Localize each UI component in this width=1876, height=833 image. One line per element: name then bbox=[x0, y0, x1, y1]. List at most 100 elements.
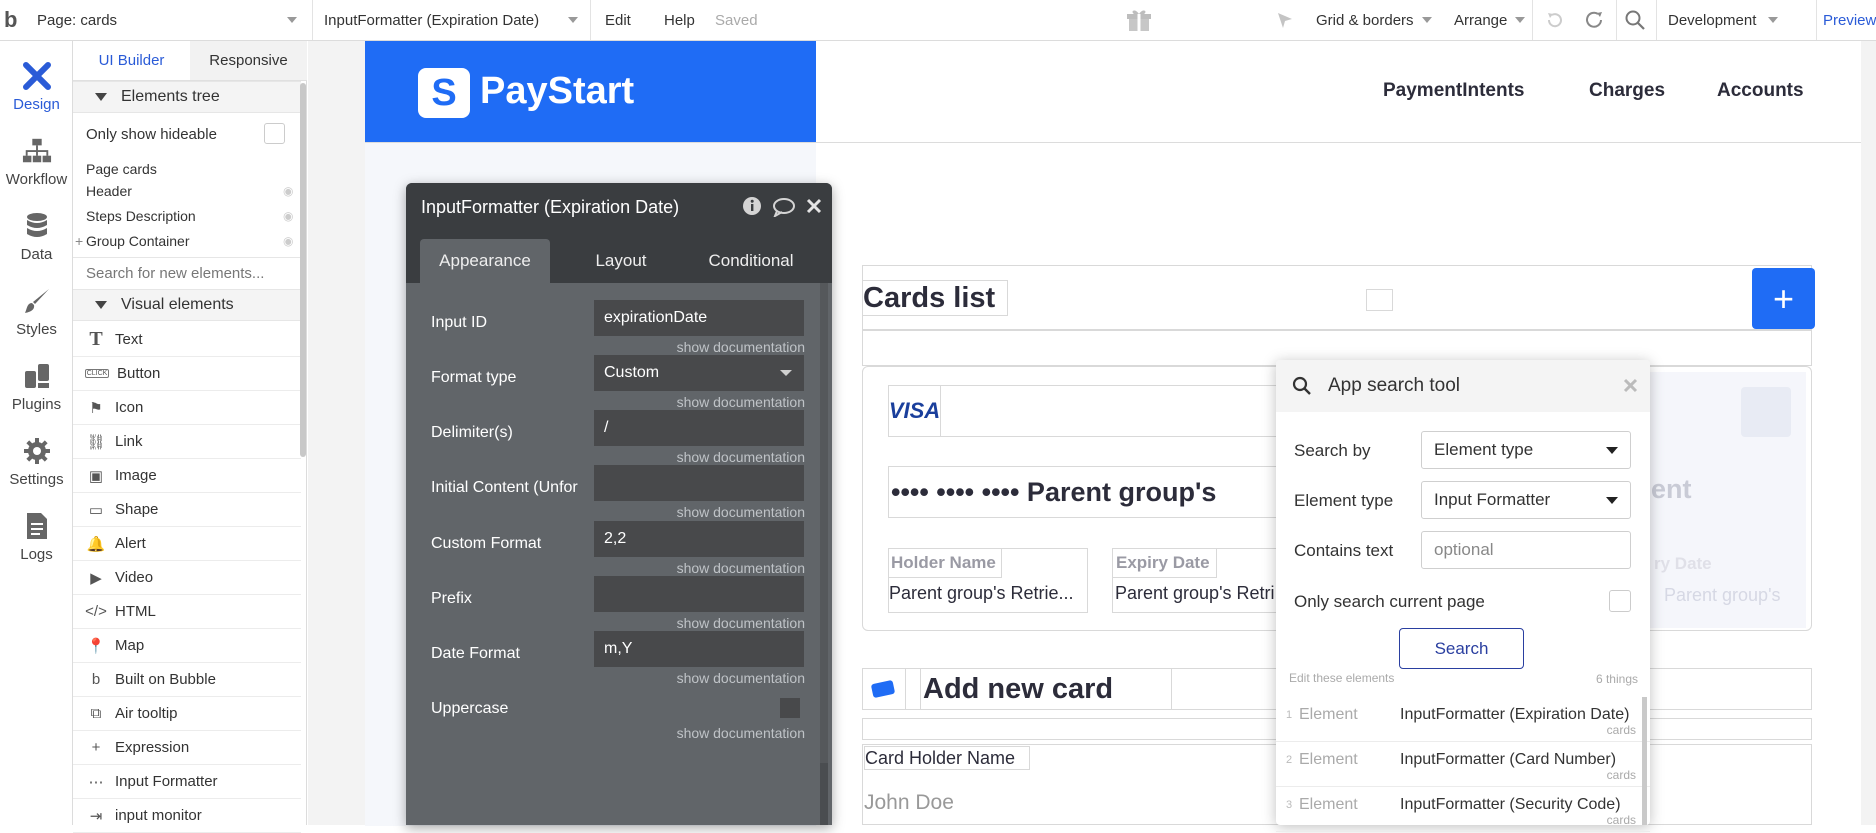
property-editor-scrollbar[interactable] bbox=[820, 283, 828, 825]
property-input[interactable]: Custom bbox=[594, 355, 804, 391]
visual-element-input-formatter[interactable]: ⋯ Input Formatter bbox=[73, 765, 301, 799]
visual-element-text[interactable]: T Text bbox=[73, 323, 301, 357]
grid-borders-menu[interactable]: Grid & borders bbox=[1316, 0, 1432, 40]
visual-element-built-on-bubble[interactable]: b Built on Bubble bbox=[73, 663, 301, 697]
close-icon[interactable] bbox=[1623, 378, 1638, 398]
property-input[interactable]: 2,2 bbox=[594, 521, 804, 557]
card-holder-name-label: Card Holder Name bbox=[864, 746, 1030, 770]
property-input[interactable] bbox=[594, 576, 804, 612]
visual-element-image[interactable]: ▣ Image bbox=[73, 459, 301, 493]
element-selector[interactable]: InputFormatter (Expiration Date) bbox=[324, 0, 578, 40]
redo-icon[interactable] bbox=[1584, 0, 1606, 40]
tab-appearance[interactable]: Appearance bbox=[420, 239, 550, 283]
close-icon[interactable] bbox=[806, 198, 822, 219]
results-scrollbar[interactable] bbox=[1642, 697, 1647, 825]
show-documentation-link[interactable]: show documentation bbox=[677, 394, 805, 410]
preview-link[interactable]: Preview bbox=[1823, 0, 1876, 40]
element-type-icon: ⇥ bbox=[89, 807, 103, 825]
tree-item-header[interactable]: Header ◉ bbox=[73, 180, 301, 202]
visual-element-expression[interactable]: + Expression bbox=[73, 731, 301, 765]
tree-search-input[interactable]: Search for new elements... bbox=[73, 257, 301, 289]
visual-element-html[interactable]: </> HTML bbox=[73, 595, 301, 629]
visual-element-alert[interactable]: 🔔 Alert bbox=[73, 527, 301, 561]
bubble-logo[interactable]: b bbox=[4, 0, 17, 40]
tab-conditional[interactable]: Conditional bbox=[686, 239, 816, 283]
arrange-menu[interactable]: Arrange bbox=[1454, 0, 1526, 40]
undo-icon[interactable] bbox=[1545, 0, 1565, 40]
placeholder-element[interactable] bbox=[1366, 289, 1393, 311]
nav-accounts[interactable]: Accounts bbox=[1717, 80, 1804, 102]
show-documentation-link[interactable]: show documentation bbox=[677, 504, 805, 520]
search-tool-header[interactable]: App search tool bbox=[1276, 360, 1650, 412]
property-input[interactable]: m,Y bbox=[594, 631, 804, 667]
nav-styles[interactable]: Styles bbox=[0, 275, 73, 349]
visual-element-icon[interactable]: ⚑ Icon bbox=[73, 391, 301, 425]
show-documentation-link[interactable]: show documentation bbox=[677, 615, 805, 631]
nav-payment-intents[interactable]: PaymentIntents bbox=[1383, 80, 1524, 102]
result-page: cards bbox=[1606, 768, 1636, 782]
nav-plugins[interactable]: Plugins bbox=[0, 350, 73, 424]
search-result-row[interactable]: 1 Element InputFormatter (Expiration Date)… bbox=[1276, 697, 1650, 742]
visual-element-video[interactable]: ▶ Video bbox=[73, 561, 301, 595]
environment-selector[interactable]: Development bbox=[1668, 0, 1779, 40]
nav-logs[interactable]: Logs bbox=[0, 500, 73, 574]
show-documentation-link[interactable]: show documentation bbox=[677, 339, 805, 355]
property-editor-header[interactable]: InputFormatter (Expiration Date) bbox=[406, 183, 832, 231]
uppercase-checkbox[interactable] bbox=[780, 698, 800, 718]
expand-plus-icon[interactable]: + bbox=[75, 233, 83, 249]
info-icon[interactable] bbox=[742, 196, 762, 221]
search-result-row[interactable]: 3 Element InputFormatter (Security Code) ca… bbox=[1276, 787, 1650, 832]
eye-icon[interactable]: ◉ bbox=[283, 234, 293, 248]
add-card-button[interactable]: + bbox=[1752, 268, 1815, 329]
nav-charges[interactable]: Charges bbox=[1589, 80, 1665, 102]
search-by-select[interactable]: Element type bbox=[1421, 431, 1631, 469]
visual-elements-header[interactable]: Visual elements bbox=[73, 289, 301, 321]
nav-workflow[interactable]: Workflow bbox=[0, 125, 73, 199]
contains-text-input[interactable]: optional bbox=[1421, 531, 1631, 569]
gift-icon[interactable] bbox=[1126, 0, 1152, 40]
tab-layout[interactable]: Layout bbox=[556, 239, 686, 283]
visual-element-label: Shape bbox=[115, 501, 159, 518]
show-documentation-link[interactable]: show documentation bbox=[677, 449, 805, 465]
menu-edit[interactable]: Edit bbox=[605, 0, 631, 40]
element-type-select[interactable]: Input Formatter bbox=[1421, 481, 1631, 519]
chevron-down-icon bbox=[1606, 447, 1618, 454]
cursor-icon[interactable] bbox=[1276, 0, 1294, 40]
panel-scrollbar[interactable] bbox=[300, 83, 306, 457]
show-documentation-link[interactable]: show documentation bbox=[677, 560, 805, 576]
visual-element-input-monitor[interactable]: ⇥ input monitor bbox=[73, 799, 301, 833]
visual-element-map[interactable]: 📍 Map bbox=[73, 629, 301, 663]
show-documentation-link[interactable]: show documentation bbox=[677, 670, 805, 686]
show-documentation-link[interactable]: show documentation bbox=[677, 725, 805, 741]
eye-icon[interactable]: ◉ bbox=[283, 209, 293, 223]
property-input[interactable]: expirationDate bbox=[594, 300, 804, 336]
search-icon[interactable] bbox=[1624, 0, 1646, 40]
menu-help[interactable]: Help bbox=[664, 0, 695, 40]
card-holder-name-input[interactable]: John Doe bbox=[864, 791, 954, 815]
comment-icon[interactable] bbox=[772, 197, 796, 222]
visual-element-link[interactable]: ⛓ Link bbox=[73, 425, 301, 459]
visual-element-air-tooltip[interactable]: ⧉ Air tooltip bbox=[73, 697, 301, 731]
search-result-row[interactable]: 2 Element InputFormatter (Card Number) card… bbox=[1276, 742, 1650, 787]
property-label: Initial Content (Unfor bbox=[431, 479, 578, 496]
tree-item-steps-description[interactable]: Steps Description ◉ bbox=[73, 205, 301, 227]
only-show-hideable-checkbox[interactable] bbox=[264, 123, 285, 144]
elements-tree-header[interactable]: Elements tree bbox=[73, 81, 301, 113]
property-input[interactable]: / bbox=[594, 410, 804, 446]
nav-settings[interactable]: Settings bbox=[0, 425, 73, 499]
visual-element-shape[interactable]: ▭ Shape bbox=[73, 493, 301, 527]
tab-responsive[interactable]: Responsive bbox=[190, 41, 307, 80]
tree-item-page[interactable]: Page cards bbox=[73, 158, 301, 180]
search-button[interactable]: Search bbox=[1399, 628, 1524, 669]
property-label: Date Format bbox=[431, 645, 520, 662]
only-current-page-checkbox[interactable] bbox=[1609, 590, 1631, 612]
property-input[interactable] bbox=[594, 465, 804, 501]
visual-element-button[interactable]: CLICK Button bbox=[73, 357, 301, 391]
eye-icon[interactable]: ◉ bbox=[283, 184, 293, 198]
nav-design[interactable]: Design bbox=[0, 50, 73, 124]
tree-item-group-container[interactable]: + Group Container ◉ bbox=[73, 230, 301, 252]
tab-ui-builder[interactable]: UI Builder bbox=[73, 41, 190, 80]
page-selector[interactable]: Page: cards bbox=[37, 0, 307, 40]
nav-data[interactable]: Data bbox=[0, 200, 73, 274]
property-value: expirationDate bbox=[604, 309, 708, 326]
